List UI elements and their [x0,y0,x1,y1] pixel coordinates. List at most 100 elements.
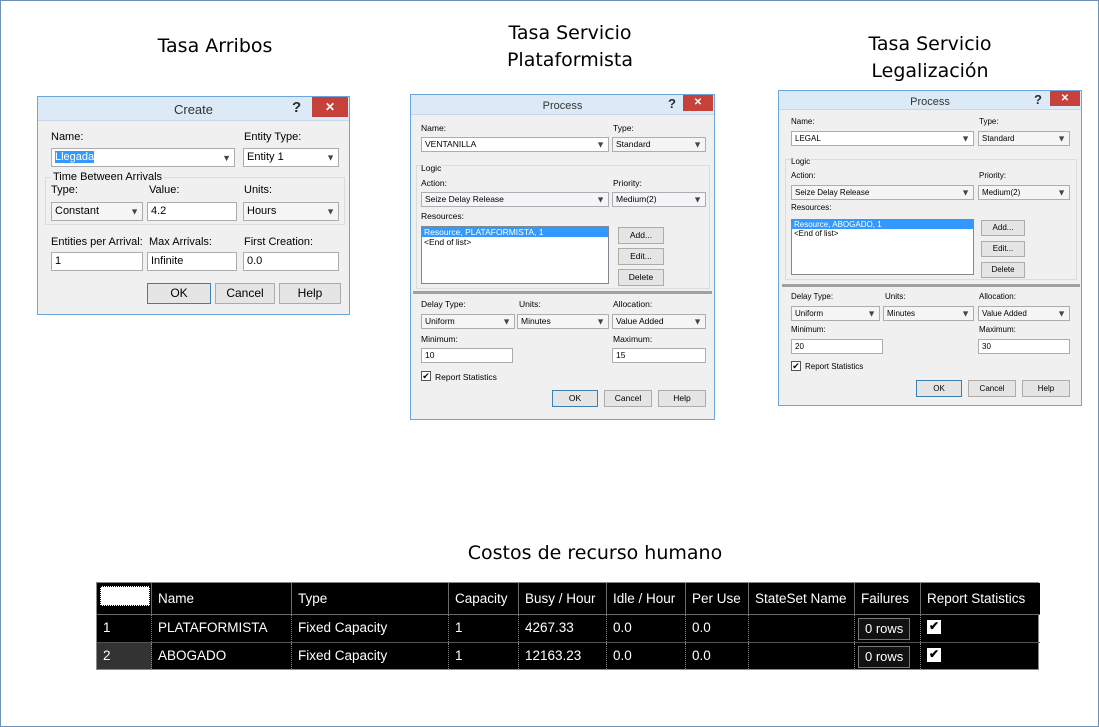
cell-busy-hour[interactable]: 4267.33 [519,615,607,642]
allocation-select[interactable]: Value Added ▼ [978,306,1070,321]
edit-button[interactable]: Edit... [618,248,664,265]
units-select[interactable]: Minutes ▼ [883,306,974,321]
report-statistics-checkbox[interactable]: ✔ [791,361,801,371]
report-statistics-label: Report Statistics [805,362,864,371]
row-number[interactable]: 1 [97,615,152,642]
header-busy-hour[interactable]: Busy / Hour [519,583,607,615]
failures-rows-button[interactable]: 0 rows [858,646,911,668]
cancel-button[interactable]: Cancel [968,380,1016,397]
allocation-select[interactable]: Value Added ▼ [612,314,706,329]
delete-button[interactable]: Delete [981,262,1025,278]
edit-button[interactable]: Edit... [981,241,1025,257]
cell-stateset-name[interactable] [749,643,855,669]
help-button[interactable]: Help [279,283,341,304]
header-type[interactable]: Type [292,583,449,615]
action-select[interactable]: Seize Delay Release ▼ [791,185,974,200]
header-name[interactable]: Name [152,583,292,615]
entity-type-select[interactable]: Entity 1 ▼ [243,148,339,167]
table-row[interactable]: 1 PLATAFORMISTA Fixed Capacity 1 4267.33… [97,615,1040,642]
header-per-use[interactable]: Per Use [686,583,749,615]
cell-failures[interactable]: 0 rows [855,643,921,669]
list-item[interactable]: <End of list> [422,237,608,247]
cell-per-use[interactable]: 0.0 [686,615,749,642]
select-all-cell[interactable] [100,586,150,606]
cell-busy-hour[interactable]: 12163.23 [519,643,607,669]
header-capacity[interactable]: Capacity [449,583,519,615]
help-button[interactable]: Help [1022,380,1070,397]
close-button[interactable]: ✕ [312,97,348,117]
cell-report-statistics[interactable]: ✔ [921,643,1040,669]
report-statistics-checkbox[interactable]: ✔ [421,371,431,381]
type-select[interactable]: Standard ▼ [978,131,1070,146]
entities-per-arrival-input[interactable]: 1 [51,252,143,271]
cell-capacity[interactable]: 1 [449,615,519,642]
value-input[interactable]: 4.2 [147,202,237,221]
minimum-input[interactable]: 10 [421,348,513,363]
header-corner[interactable] [97,583,152,615]
entities-per-arrival-label: Entities per Arrival: [51,236,143,248]
first-creation-label: First Creation: [244,236,314,248]
title-line-2: Plataformista [506,49,634,71]
cell-report-statistics[interactable]: ✔ [921,615,1040,642]
priority-select[interactable]: Medium(2) ▼ [612,192,706,207]
cell-per-use[interactable]: 0.0 [686,643,749,669]
resources-label: Resources: [791,203,832,212]
separator [782,284,1080,287]
type-select[interactable]: Constant ▼ [51,202,143,221]
close-button[interactable]: ✕ [1050,91,1080,106]
header-idle-hour[interactable]: Idle / Hour [607,583,686,615]
delay-type-select[interactable]: Uniform ▼ [791,306,880,321]
cell-capacity[interactable]: 1 [449,643,519,669]
report-statistics-checkbox[interactable]: ✔ [927,648,941,662]
cell-idle-hour[interactable]: 0.0 [607,615,686,642]
minimum-input[interactable]: 20 [791,339,883,354]
chevron-down-icon: ▼ [693,139,702,149]
ok-button[interactable]: OK [916,380,962,397]
ok-button[interactable]: OK [147,283,211,304]
max-arrivals-input[interactable]: Infinite [147,252,237,271]
maximum-input[interactable]: 30 [978,339,1070,354]
help-icon[interactable]: ? [668,96,676,111]
help-icon[interactable]: ? [1034,92,1042,107]
resources-listbox[interactable]: Resource, ABOGADO, 1 <End of list> [791,219,974,275]
delay-type-select[interactable]: Uniform ▼ [421,314,515,329]
cell-type[interactable]: Fixed Capacity [292,615,449,642]
priority-select[interactable]: Medium(2) ▼ [978,185,1070,200]
help-button[interactable]: Help [658,390,706,407]
maximum-input[interactable]: 15 [612,348,706,363]
cell-stateset-name[interactable] [749,615,855,642]
delete-button[interactable]: Delete [618,269,664,286]
add-button[interactable]: Add... [981,220,1025,236]
name-combo[interactable]: LEGAL ▼ [791,131,974,146]
type-select[interactable]: Standard ▼ [612,137,706,152]
header-failures[interactable]: Failures [855,583,921,615]
cell-name[interactable]: PLATAFORMISTA [152,615,292,642]
table-row[interactable]: 2 ABOGADO Fixed Capacity 1 12163.23 0.0 … [97,642,1040,669]
first-creation-input[interactable]: 0.0 [243,252,339,271]
cell-idle-hour[interactable]: 0.0 [607,643,686,669]
close-button[interactable]: ✕ [683,95,713,111]
logic-label: Logic [791,157,811,166]
cell-failures[interactable]: 0 rows [855,615,921,642]
failures-rows-button[interactable]: 0 rows [858,618,911,640]
name-combo[interactable]: VENTANILLA ▼ [421,137,609,152]
cancel-button[interactable]: Cancel [215,283,275,304]
help-icon[interactable]: ? [292,99,301,116]
cancel-button[interactable]: Cancel [604,390,652,407]
header-report-statistics[interactable]: Report Statistics [921,583,1040,615]
cell-type[interactable]: Fixed Capacity [292,643,449,669]
name-combo[interactable]: Llegada ▼ [51,148,235,167]
cell-name[interactable]: ABOGADO [152,643,292,669]
header-stateset-name[interactable]: StateSet Name [749,583,855,615]
list-item[interactable]: Resource, PLATAFORMISTA, 1 [422,227,608,237]
list-item[interactable]: Resource, ABOGADO, 1 [792,220,973,229]
units-select[interactable]: Minutes ▼ [517,314,609,329]
action-select[interactable]: Seize Delay Release ▼ [421,192,609,207]
row-number[interactable]: 2 [97,643,152,669]
resources-listbox[interactable]: Resource, PLATAFORMISTA, 1 <End of list> [421,226,609,284]
list-item[interactable]: <End of list> [792,229,973,238]
add-button[interactable]: Add... [618,227,664,244]
report-statistics-checkbox[interactable]: ✔ [927,620,941,634]
ok-button[interactable]: OK [552,390,598,407]
units-select[interactable]: Hours ▼ [243,202,339,221]
